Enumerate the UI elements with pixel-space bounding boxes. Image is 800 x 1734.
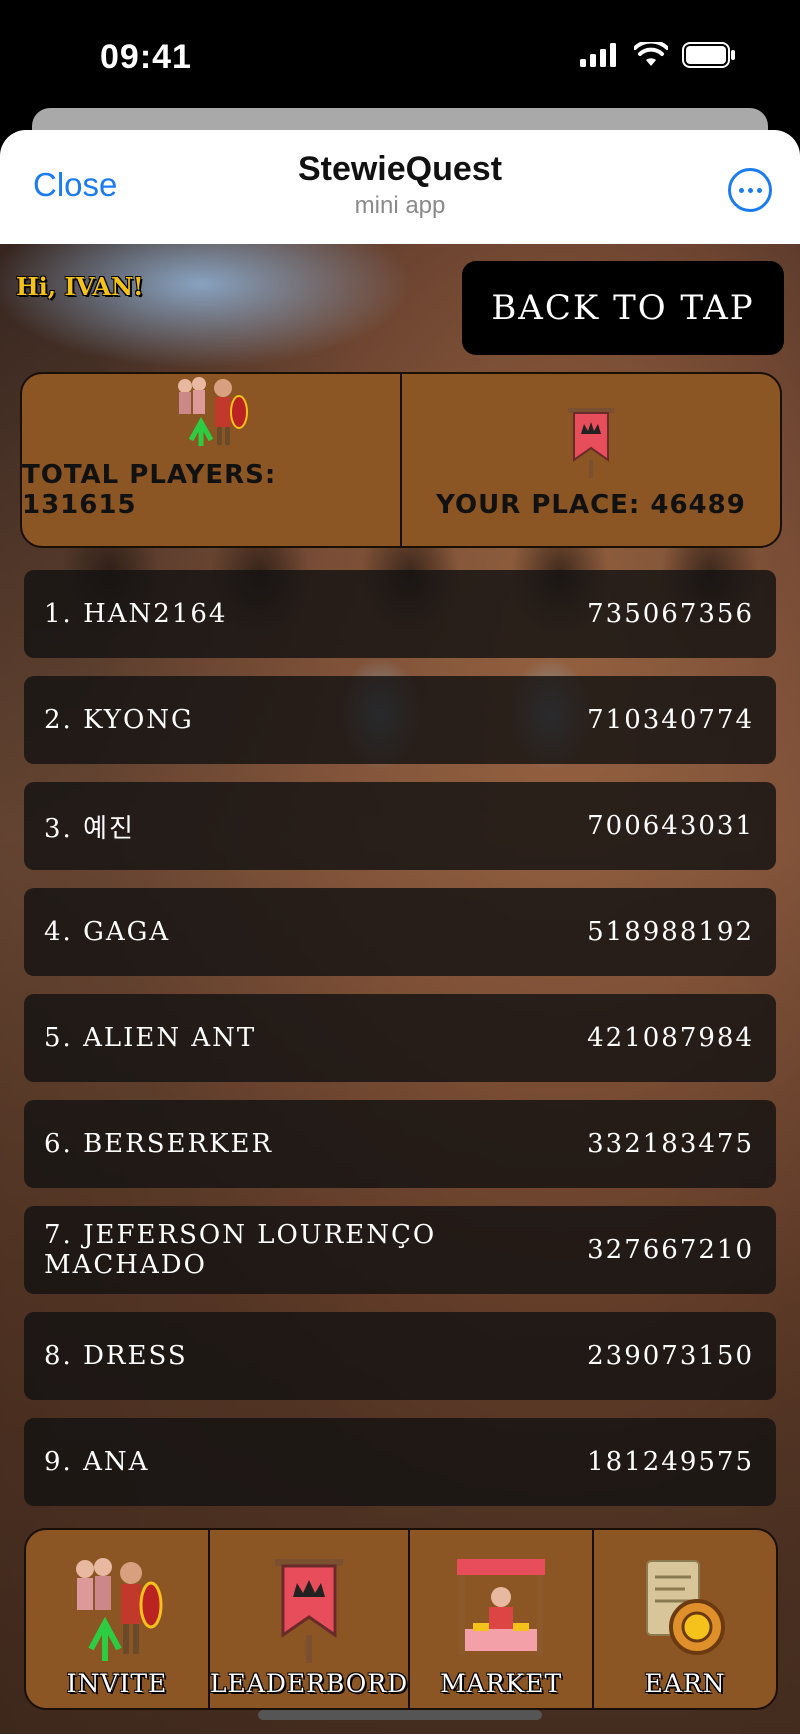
player-score: 421087984	[587, 1023, 754, 1053]
player-score: 710340774	[587, 705, 754, 735]
player-name: 3. 예진	[44, 813, 135, 844]
banner-icon	[568, 408, 614, 478]
leaderboard-row[interactable]: 7. JEFERSON LOURENÇO MACHADO 327667210	[24, 1206, 776, 1294]
player-name: 4. GAGA	[44, 917, 171, 947]
leaderboard-row[interactable]: 1. HAN2164 735067356	[24, 570, 776, 658]
scroll-coin-icon	[646, 1560, 726, 1655]
status-bar: 09:41	[0, 0, 800, 110]
leaderboard-row[interactable]: 3. 예진 700643031	[24, 782, 776, 870]
app-content: Hi, IVAN! BACK TO TAP TOTAL PLAYERS: 131…	[0, 244, 800, 1734]
player-score: 327667210	[587, 1235, 754, 1265]
leaderboard-row[interactable]: 9. ANA 181249575	[24, 1418, 776, 1506]
back-to-tap-button[interactable]: BACK TO TAP	[462, 261, 784, 355]
player-name: 5. ALIEN ANT	[44, 1023, 257, 1053]
player-score: 239073150	[587, 1341, 754, 1371]
player-score: 700643031	[587, 811, 754, 841]
home-indicator	[258, 1710, 542, 1720]
player-name: 6. BERSERKER	[44, 1129, 274, 1159]
nav-leaderboard[interactable]: LEADERBORD	[207, 1530, 409, 1708]
nav-leaderboard-label: LEADERBORD	[209, 1669, 409, 1698]
leaderboard-row[interactable]: 2. KYONG 710340774	[24, 676, 776, 764]
more-options-icon[interactable]	[728, 168, 772, 212]
signal-icon	[580, 43, 616, 67]
app-subtitle: mini app	[354, 192, 446, 219]
your-place-stat: YOUR PLACE: 46489	[400, 374, 780, 546]
player-score: 735067356	[587, 599, 754, 629]
player-name: 1. HAN2164	[44, 599, 228, 629]
soldiers-icon	[178, 377, 248, 446]
player-score: 181249575	[587, 1447, 754, 1477]
market-stall-icon	[457, 1559, 546, 1655]
nav-market-label: MARKET	[440, 1669, 563, 1698]
nav-earn[interactable]: EARN	[592, 1530, 776, 1708]
nav-invite-label: INVITE	[66, 1669, 168, 1698]
your-place-label: YOUR PLACE: 46489	[436, 490, 746, 520]
leaderboard-list: 1. HAN2164 735067356 2. KYONG 710340774 3.…	[24, 570, 776, 1524]
bottom-nav: INVITE LEADERBORD MARKET EARN	[24, 1528, 778, 1710]
stats-panel: TOTAL PLAYERS: 131615 YOUR PLACE: 46489	[20, 372, 782, 548]
total-players-stat: TOTAL PLAYERS: 131615	[22, 374, 400, 546]
mini-app-header: Close StewieQuest mini app	[0, 130, 800, 244]
player-name: 2. KYONG	[44, 705, 194, 735]
wifi-icon	[634, 42, 668, 66]
player-name: 8. DRESS	[44, 1341, 188, 1371]
status-time: 09:41	[100, 38, 192, 76]
greeting: Hi, IVAN!	[16, 272, 144, 301]
leaderboard-row[interactable]: 4. GAGA 518988192	[24, 888, 776, 976]
status-icons	[580, 42, 736, 68]
leaderboard-row[interactable]: 6. BERSERKER 332183475	[24, 1100, 776, 1188]
battery-icon	[682, 42, 735, 68]
player-score: 518988192	[587, 917, 754, 947]
leaderboard-row[interactable]: 5. ALIEN ANT 421087984	[24, 994, 776, 1082]
nav-earn-label: EARN	[644, 1669, 726, 1698]
player-name: 7. JEFERSON LOURENÇO MACHADO	[44, 1220, 437, 1280]
nav-market[interactable]: MARKET	[408, 1530, 592, 1708]
player-score: 332183475	[587, 1129, 754, 1159]
leaderboard-row[interactable]: 8. DRESS 239073150	[24, 1312, 776, 1400]
nav-invite[interactable]: INVITE	[26, 1530, 208, 1708]
soldiers-icon	[75, 1558, 163, 1661]
app-title: StewieQuest	[297, 150, 503, 188]
player-name: 9. ANA	[44, 1447, 150, 1477]
banner-icon	[275, 1559, 344, 1663]
total-players-label: TOTAL PLAYERS: 131615	[22, 460, 277, 520]
